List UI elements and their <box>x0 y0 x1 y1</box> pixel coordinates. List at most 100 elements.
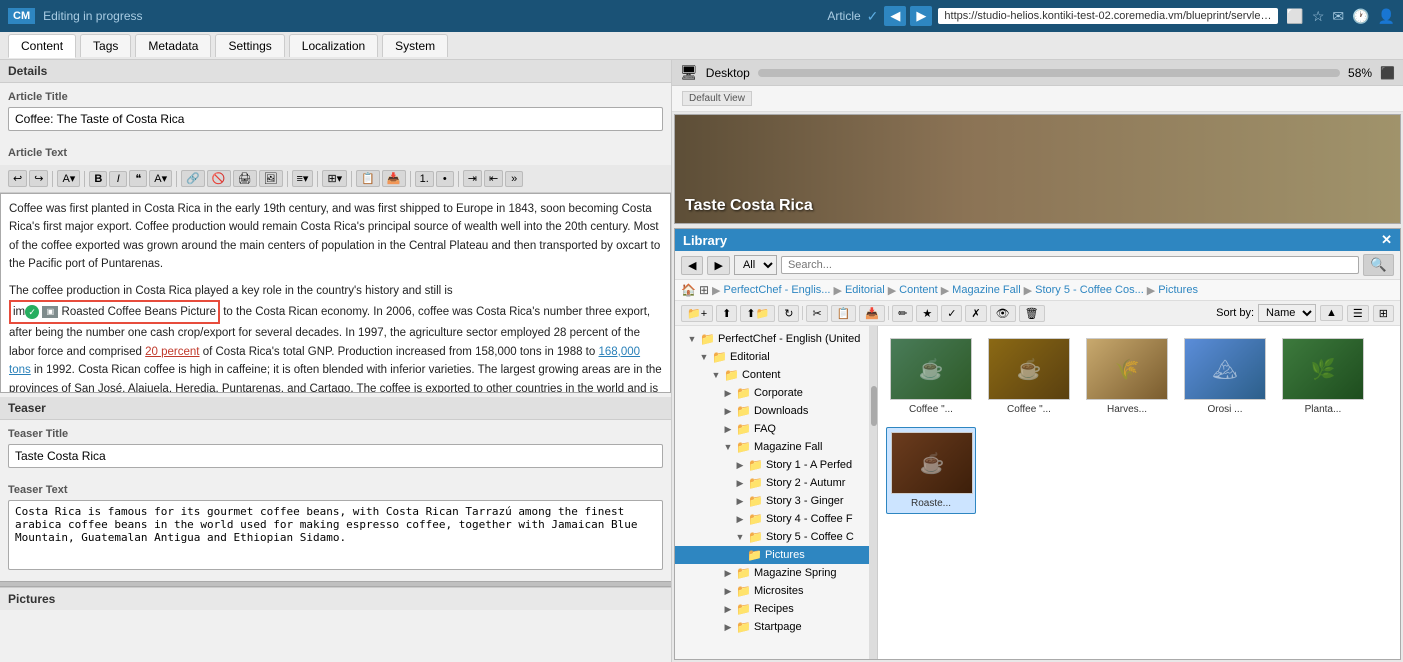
grid-item-orosi[interactable]: 🏔 Orosi ... <box>1180 334 1270 419</box>
zoom-percent: 58% <box>1348 66 1372 80</box>
tab-metadata[interactable]: Metadata <box>135 34 211 57</box>
sort-asc-button[interactable]: ▲ <box>1320 305 1343 321</box>
tree-item-label: Story 1 - A Perfed <box>766 459 852 471</box>
ul-button[interactable]: • <box>436 171 454 187</box>
library-close-button[interactable]: ✕ <box>1381 232 1392 248</box>
tab-tags[interactable]: Tags <box>80 34 131 57</box>
lib-upload-button[interactable]: ⬆ <box>716 305 737 322</box>
article-text-content[interactable]: Coffee was first planted in Costa Rica i… <box>0 193 671 393</box>
grid-item-planta[interactable]: 🌿 Planta... <box>1278 334 1368 419</box>
sort-select[interactable]: Name <box>1258 304 1316 322</box>
lib-cut-button[interactable]: ✂ <box>806 305 827 322</box>
blockquote-button[interactable]: ❝ <box>129 170 147 187</box>
tree-item-editorial[interactable]: ▼ 📁 Editorial <box>675 348 869 366</box>
grid-item-coffee1[interactable]: ☕ Coffee "... <box>886 334 976 419</box>
insert-button[interactable]: 📋 <box>356 170 380 187</box>
ol-button[interactable]: 1. <box>415 171 434 187</box>
undo-button[interactable]: ↩ <box>8 170 27 187</box>
redo-button[interactable]: ↪ <box>29 170 48 187</box>
tree-item-magazine-fall[interactable]: ▼ 📁 Magazine Fall <box>675 438 869 456</box>
grid-view-button[interactable]: ⊞ <box>1373 305 1394 322</box>
lib-nav-up-button[interactable]: ⬆📁 <box>740 305 775 322</box>
breadcrumb-editorial[interactable]: Editorial <box>845 284 885 296</box>
lib-back-button[interactable]: ◀ <box>681 256 703 275</box>
indent-button[interactable]: ⇥ <box>463 170 482 187</box>
tab-localization[interactable]: Localization <box>289 34 378 57</box>
star-icon[interactable]: ☆ <box>1312 8 1325 25</box>
url-bar[interactable]: https://studio-helios.kontiki-test-02.co… <box>938 8 1278 24</box>
breadcrumb-pictures[interactable]: Pictures <box>1158 284 1198 296</box>
tree-item-magazine-spring[interactable]: ▶ 📁 Magazine Spring <box>675 564 869 582</box>
library-search-button[interactable]: 🔍 <box>1363 254 1394 276</box>
library-search-input[interactable] <box>781 256 1359 274</box>
mail-icon[interactable]: ✉ <box>1332 8 1344 25</box>
grid-item-coffee2[interactable]: ☕ Coffee "... <box>984 334 1074 419</box>
teaser-title-input[interactable] <box>8 444 663 468</box>
article-title-input[interactable] <box>8 107 663 131</box>
check-icon[interactable]: ✓ <box>867 8 879 25</box>
tree-item-faq[interactable]: ▶ 📁 FAQ <box>675 420 869 438</box>
nav-back-button[interactable]: ◀ <box>884 6 906 26</box>
outdent-button[interactable]: ⇤ <box>484 170 503 187</box>
breadcrumb-story5[interactable]: Story 5 - Coffee Cos... <box>1035 284 1144 296</box>
user-icon[interactable]: 👤 <box>1378 8 1395 25</box>
grid-item-harvest[interactable]: 🌾 Harves... <box>1082 334 1172 419</box>
table-button[interactable]: ⊞▾ <box>322 170 347 187</box>
teaser-text-input[interactable]: Costa Rica is famous for its gourmet cof… <box>8 500 663 570</box>
tablet-icon[interactable]: ⬜ <box>1286 8 1303 25</box>
home-icon[interactable]: 🏠 <box>681 283 696 297</box>
grid-item-roasted[interactable]: ☕ Roaste... <box>886 427 976 514</box>
tree-item-recipes[interactable]: ▶ 📁 Recipes <box>675 600 869 618</box>
lib-reject-button[interactable]: ✗ <box>965 305 986 322</box>
paste-button[interactable]: 📥 <box>382 170 406 187</box>
lib-approve-button[interactable]: ✓ <box>941 305 962 322</box>
tree-item-story3[interactable]: ▶ 📁 Story 3 - Ginger <box>675 492 869 510</box>
font-button[interactable]: A▾ <box>57 170 80 187</box>
image-button[interactable]: 🖼 <box>259 170 283 187</box>
clock-icon[interactable]: 🕐 <box>1352 8 1369 25</box>
lib-type-select[interactable]: All <box>734 255 777 275</box>
tree-item-perfectchef[interactable]: ▼ 📁 PerfectChef - English (United <box>675 330 869 348</box>
more-button[interactable]: » <box>505 171 523 187</box>
grid-thumb-coffee1: ☕ <box>890 338 972 400</box>
tree-item-microsites[interactable]: ▶ 📁 Microsites <box>675 582 869 600</box>
breadcrumb-content[interactable]: Content <box>899 284 938 296</box>
lib-delete-button[interactable]: 🗑 <box>1019 305 1045 322</box>
breadcrumb-magazine-fall[interactable]: Magazine Fall <box>952 284 1020 296</box>
tree-item-content[interactable]: ▼ 📁 Content <box>675 366 869 384</box>
nav-forward-button[interactable]: ▶ <box>910 6 932 26</box>
unlink-button[interactable]: 🚫 <box>207 170 231 187</box>
lib-edit-button[interactable]: ✏ <box>892 305 913 322</box>
lib-bookmark-button[interactable]: ★ <box>916 305 938 322</box>
tree-item-story5[interactable]: ▼ 📁 Story 5 - Coffee C <box>675 528 869 546</box>
top-bar-center: Article ✓ ◀ ▶ https://studio-helios.kont… <box>827 6 1278 26</box>
tree-item-pictures[interactable]: 📁 Pictures <box>675 546 869 564</box>
tree-item-story4[interactable]: ▶ 📁 Story 4 - Coffee F <box>675 510 869 528</box>
lib-refresh-button[interactable]: ↻ <box>778 305 799 322</box>
link-button[interactable]: 🔗 <box>181 170 205 187</box>
bold-button[interactable]: B <box>89 171 107 187</box>
lib-forward-button[interactable]: ▶ <box>707 256 729 275</box>
tree-item-story1[interactable]: ▶ 📁 Story 1 - A Perfed <box>675 456 869 474</box>
grid-icon[interactable]: ⊞ <box>699 283 709 297</box>
tree-item-startpage[interactable]: ▶ 📁 Startpage <box>675 618 869 636</box>
zoom-slider[interactable] <box>758 69 1340 77</box>
italic-button[interactable]: I <box>109 171 127 187</box>
lib-new-folder-button[interactable]: 📁+ <box>681 305 713 322</box>
lib-preview-button[interactable]: 👁 <box>990 305 1016 322</box>
tree-item-corporate[interactable]: ▶ 📁 Corporate <box>675 384 869 402</box>
list-view-button[interactable]: ☰ <box>1347 305 1369 322</box>
align-button[interactable]: ≡▾ <box>292 170 314 187</box>
tab-system[interactable]: System <box>382 34 448 57</box>
expand-icon[interactable]: ⬛ <box>1380 66 1395 80</box>
print-button[interactable]: 🖨 <box>233 170 257 187</box>
tab-content[interactable]: Content <box>8 34 76 58</box>
lib-copy-button[interactable]: 📋 <box>831 305 857 322</box>
tree-item-downloads[interactable]: ▶ 📁 Downloads <box>675 402 869 420</box>
tree-scrollbar[interactable] <box>870 326 878 659</box>
font-color-button[interactable]: A▾ <box>149 170 172 187</box>
breadcrumb-perfectchef[interactable]: PerfectChef - Englis... <box>723 284 830 296</box>
tree-item-story2[interactable]: ▶ 📁 Story 2 - Autumr <box>675 474 869 492</box>
tab-settings[interactable]: Settings <box>215 34 284 57</box>
lib-paste-button[interactable]: 📥 <box>859 305 885 322</box>
